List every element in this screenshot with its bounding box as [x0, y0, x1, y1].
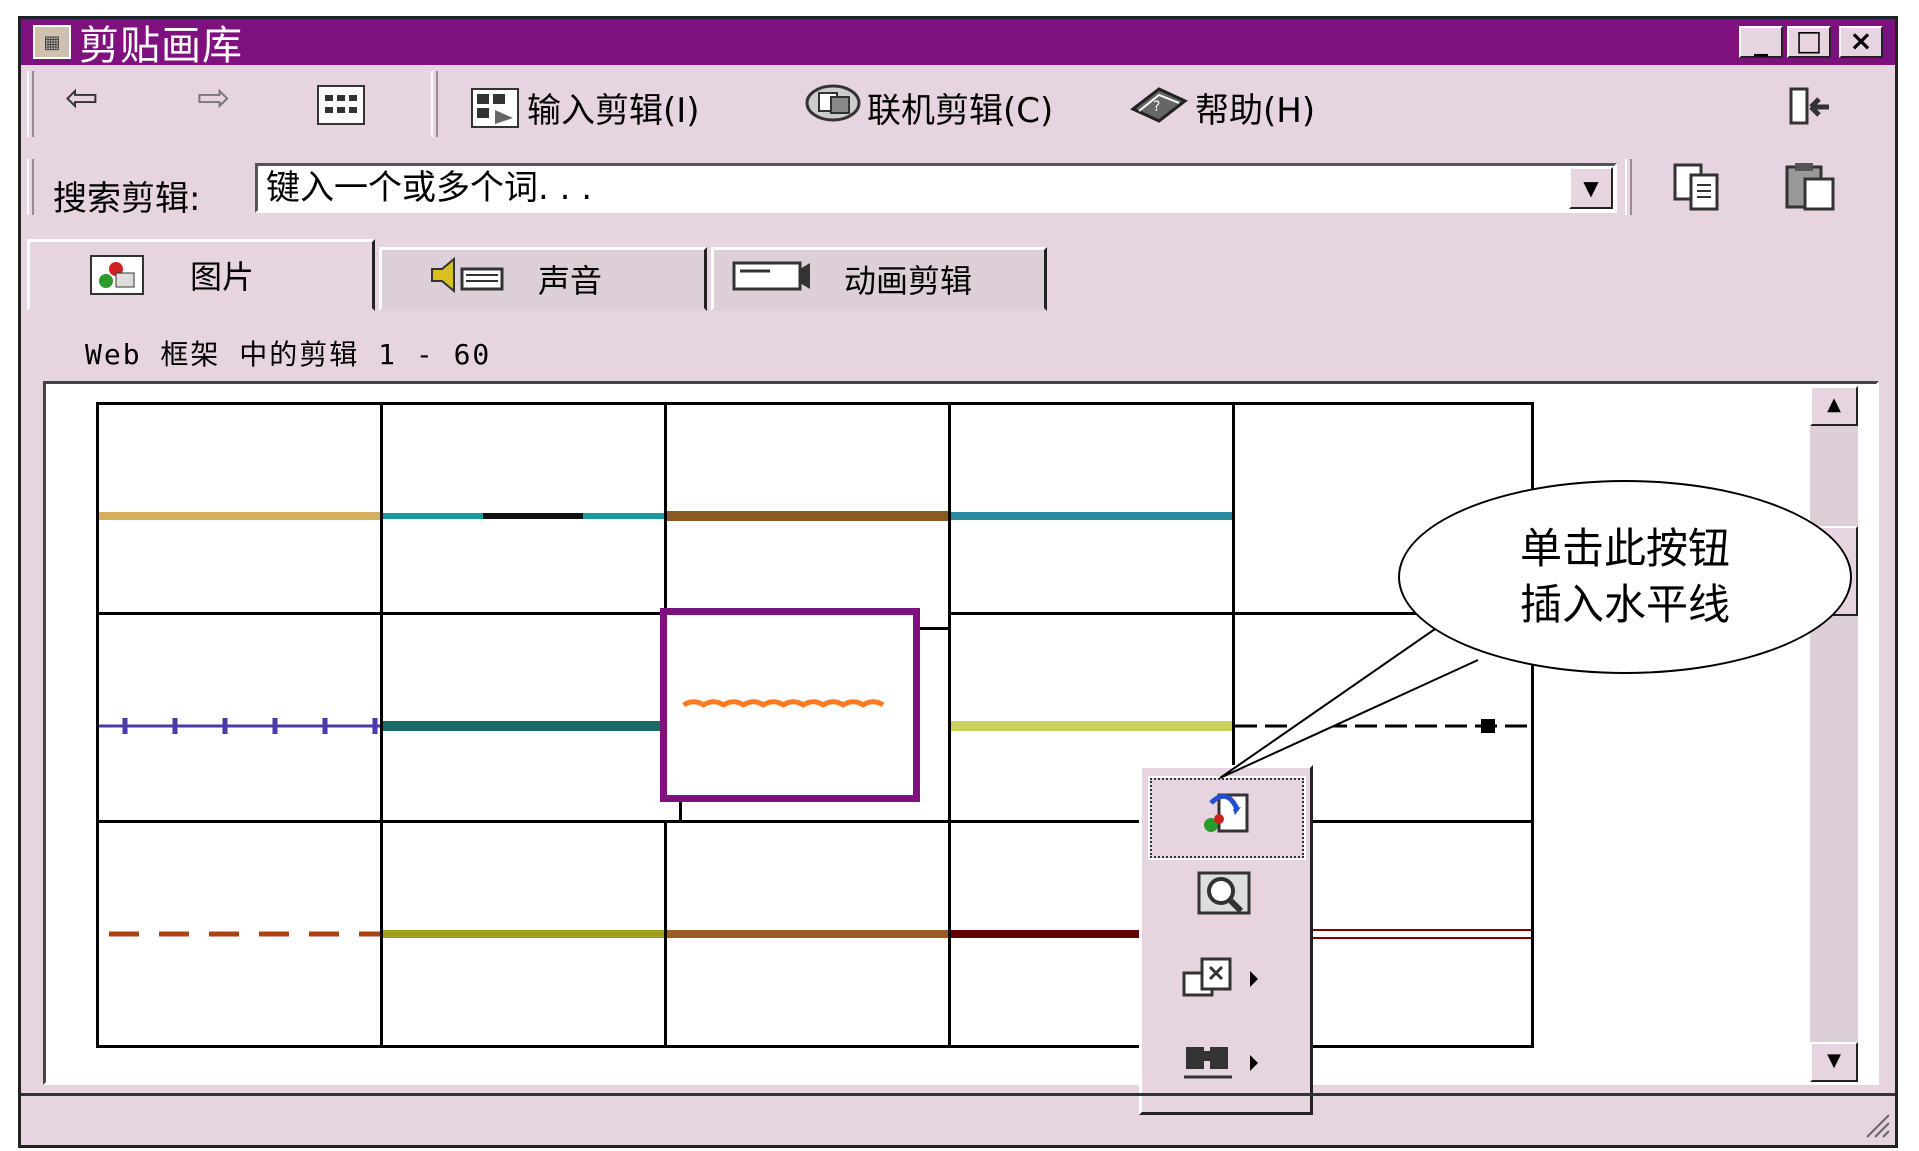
callout-bubble: 单击此按钮 插入水平线: [1398, 480, 1852, 674]
callout-line-1: 单击此按钮: [1519, 524, 1730, 573]
callout-line-2: 插入水平线: [1519, 580, 1730, 629]
